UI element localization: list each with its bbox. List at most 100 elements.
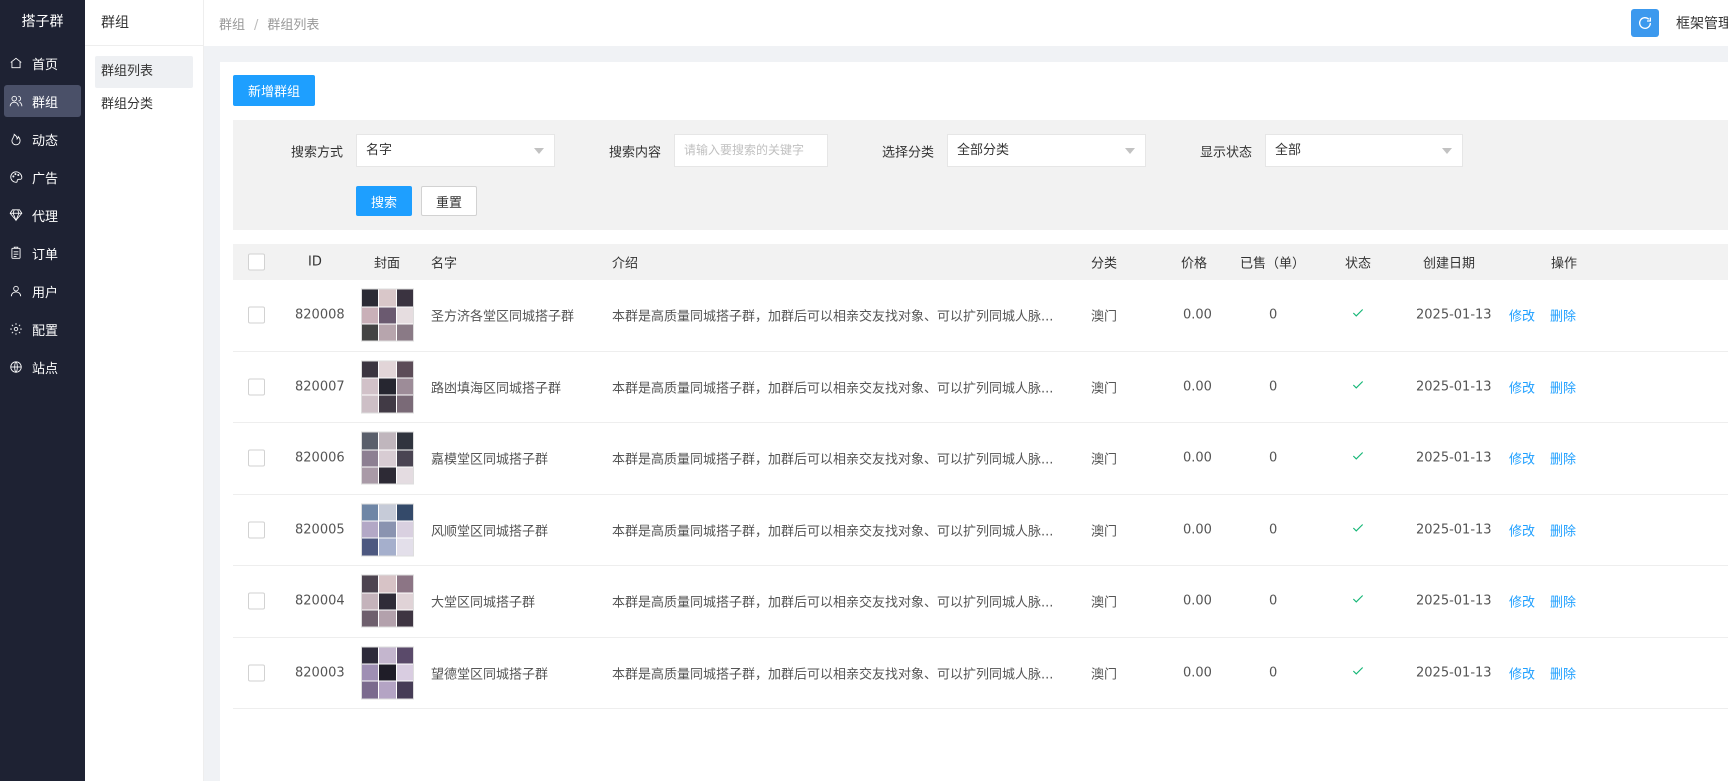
select-all-checkbox[interactable]	[248, 253, 265, 271]
edit-link[interactable]: 修改	[1509, 592, 1535, 611]
breadcrumb: 群组 / 群组列表	[204, 14, 319, 33]
status-check-icon	[1351, 449, 1365, 467]
row-category: 澳门	[1091, 667, 1118, 683]
row-sold: 0	[1269, 665, 1278, 681]
breadcrumb-current: 群组列表	[267, 17, 320, 33]
cover-thumbnail	[396, 395, 413, 413]
nav-item-2[interactable]: 动态	[4, 123, 81, 155]
row-checkbox[interactable]	[248, 521, 265, 539]
nav-item-label: 动态	[32, 133, 59, 149]
framework-manage-menu[interactable]: 框架管理	[1676, 13, 1728, 33]
row-created-date: 2025-01-13	[1416, 665, 1492, 681]
cover-image	[361, 646, 414, 700]
cover-thumbnail	[379, 647, 396, 664]
row-checkbox[interactable]	[248, 449, 265, 467]
delete-link[interactable]: 删除	[1550, 663, 1576, 682]
row-checkbox[interactable]	[248, 306, 265, 324]
cover-thumbnail	[396, 647, 413, 664]
nav-item-label: 配置	[32, 323, 59, 339]
cover-thumbnail	[362, 467, 379, 484]
search-method-value: 名字	[366, 143, 393, 158]
status-check-icon	[1351, 664, 1365, 682]
edit-link[interactable]: 修改	[1509, 377, 1535, 396]
cover-thumbnail	[379, 593, 396, 610]
nav-item-label: 用户	[32, 285, 59, 301]
row-created-date: 2025-01-13	[1416, 593, 1492, 609]
subnav-item-group-list[interactable]: 群组列表	[95, 56, 193, 88]
status-select[interactable]: 全部	[1265, 134, 1463, 167]
category-select-label: 选择分类	[882, 145, 935, 161]
subnav-item-group-category[interactable]: 群组分类	[95, 89, 193, 121]
cover-thumbnail	[396, 378, 413, 395]
row-checkbox[interactable]	[248, 378, 265, 396]
cover-thumbnail	[379, 664, 396, 681]
delete-link[interactable]: 删除	[1550, 592, 1576, 611]
cover-thumbnail	[396, 664, 413, 681]
main-sidebar: 搭子群 首页群组动态广告代理订单用户配置站点	[0, 0, 85, 781]
delete-link[interactable]: 删除	[1550, 449, 1576, 468]
cover-thumbnail	[362, 521, 379, 538]
nav-item-3[interactable]: 广告	[4, 161, 81, 193]
edit-link[interactable]: 修改	[1509, 520, 1535, 539]
row-name: 嘉模堂区同城搭子群	[431, 452, 549, 468]
breadcrumb-root[interactable]: 群组	[219, 18, 245, 33]
refresh-button[interactable]	[1631, 9, 1659, 37]
cover-thumbnail	[379, 610, 396, 627]
nav-item-1[interactable]: 群组	[4, 85, 81, 117]
cover-thumbnail	[362, 681, 379, 699]
cover-thumbnail	[379, 324, 396, 341]
row-sold: 0	[1269, 307, 1278, 323]
row-intro: 本群是高质量同城搭子群，加群后可以相亲交友找对象、可以扩列同城人脉...	[612, 667, 1054, 683]
cover-thumbnail	[379, 307, 396, 324]
row-id: 820004	[295, 593, 345, 609]
reset-button[interactable]: 重置	[421, 186, 477, 216]
edit-link[interactable]: 修改	[1509, 449, 1535, 468]
status-check-icon	[1351, 378, 1365, 396]
row-id: 820005	[295, 522, 345, 538]
nav-item-7[interactable]: 配置	[4, 313, 81, 345]
nav-item-5[interactable]: 订单	[4, 237, 81, 269]
column-header-intro: 介绍	[612, 256, 639, 272]
delete-link[interactable]: 删除	[1550, 520, 1576, 539]
cover-thumbnail	[362, 610, 379, 627]
diamond-icon	[8, 207, 24, 223]
cover-thumbnail	[362, 378, 379, 395]
row-checkbox[interactable]	[248, 664, 265, 682]
cover-thumbnail	[379, 504, 396, 521]
cover-image	[361, 431, 414, 485]
search-content-input[interactable]: 请输入要搜索的关键字	[674, 134, 828, 167]
cover-thumbnail	[379, 681, 396, 699]
row-price: 0.00	[1183, 307, 1212, 323]
row-sold: 0	[1269, 522, 1278, 538]
nav-item-4[interactable]: 代理	[4, 199, 81, 231]
delete-link[interactable]: 删除	[1550, 306, 1576, 325]
table-body: 820008 圣方济各堂区同城搭子群 本群是高质量同城搭子群，加群后可以相亲交友找对…	[233, 280, 1728, 709]
nav-item-8[interactable]: 站点	[4, 351, 81, 383]
table-row: 820003 望德堂区同城搭子群 本群是高质量同城搭子群，加群后可以相亲交友找对象、…	[233, 637, 1728, 709]
nav-item-6[interactable]: 用户	[4, 275, 81, 307]
row-id: 820003	[295, 665, 345, 681]
nav-item-0[interactable]: 首页	[4, 47, 81, 79]
cover-thumbnail	[379, 467, 396, 484]
cover-thumbnail	[362, 575, 379, 593]
row-price: 0.00	[1183, 593, 1212, 609]
column-header-cover: 封面	[374, 256, 401, 272]
row-checkbox[interactable]	[248, 592, 265, 610]
gear-icon	[8, 321, 24, 337]
edit-link[interactable]: 修改	[1509, 663, 1535, 682]
user-icon	[8, 283, 24, 299]
cover-thumbnail	[396, 521, 413, 538]
cover-thumbnail	[362, 538, 379, 556]
column-header-status: 状态	[1345, 256, 1372, 272]
add-group-button[interactable]: 新增群组	[233, 75, 315, 106]
search-method-select[interactable]: 名字	[356, 134, 555, 167]
chevron-down-icon	[1125, 148, 1135, 154]
row-intro: 本群是高质量同城搭子群，加群后可以相亲交友找对象、可以扩列同城人脉...	[612, 452, 1054, 468]
category-select[interactable]: 全部分类	[947, 134, 1146, 167]
brand-logo: 搭子群	[21, 14, 64, 30]
edit-link[interactable]: 修改	[1509, 306, 1535, 325]
delete-link[interactable]: 删除	[1550, 377, 1576, 396]
search-button[interactable]: 搜索	[356, 186, 412, 216]
category-select-value: 全部分类	[957, 143, 1010, 158]
cover-thumbnail	[396, 593, 413, 610]
